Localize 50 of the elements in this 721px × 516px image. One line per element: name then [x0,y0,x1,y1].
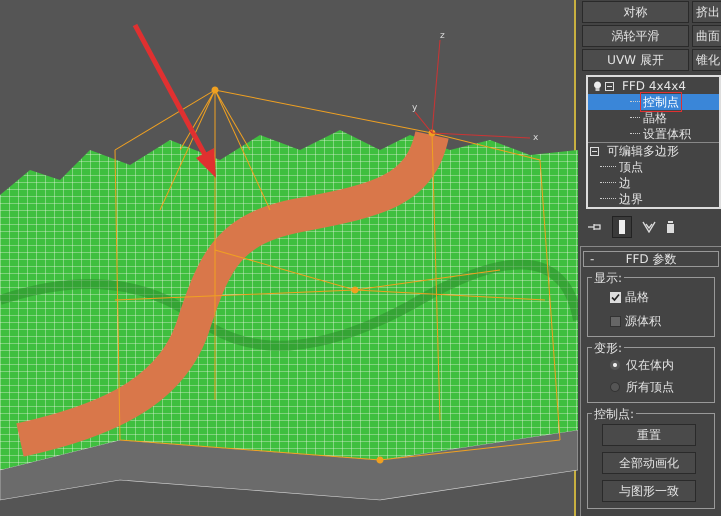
modifier-button[interactable]: 曲面 [692,25,721,47]
stack-item-label: 可编辑多边形 [606,143,680,160]
show-end-result-button[interactable] [612,216,632,238]
radio-button[interactable] [610,382,620,392]
stack-item-label: 晶格 [642,110,668,127]
modifier-button[interactable]: 对称 [582,1,689,23]
lightbulb-icon[interactable] [593,80,602,92]
radio-label: 所有顶点 [626,379,674,396]
panel-button[interactable]: 重置 [602,424,696,446]
stack-item[interactable]: 设置体积 [588,126,719,142]
modifier-button[interactable]: UVW 展开 [582,49,689,71]
stack-item[interactable]: FFD 4x4x4 [588,78,719,94]
modifier-button[interactable]: 挤出 [692,1,721,23]
stack-item[interactable]: 可编辑多边形 [588,143,719,159]
stack-item[interactable]: 边界 [588,191,719,207]
stack-item-label: 边 [618,175,632,192]
bar-icon [619,220,625,234]
viewport[interactable]: z y x [0,0,576,516]
trash-icon[interactable] [666,221,675,233]
checkbox[interactable] [610,292,621,302]
stack-item[interactable]: 晶格 [588,110,719,126]
modifier-button[interactable]: 涡轮平滑 [582,25,689,47]
radio-button[interactable] [610,360,620,370]
stack-item-label: 顶点 [618,159,644,176]
panel-button[interactable]: 与图形一致 [602,480,696,502]
axis-label: y [412,103,418,113]
stack-item-label: FFD 4x4x4 [621,78,687,95]
stack-item[interactable]: 顶点 [588,159,719,175]
stack-item-label: 边界 [618,191,644,207]
collapse-icon[interactable] [590,146,599,156]
checkbox-label: 源体积 [625,313,661,330]
rollout-title: FFD 参数 [626,251,676,268]
stack-item-label: 设置体积 [642,126,692,143]
stack-item[interactable]: 边 [588,175,719,191]
pin-icon[interactable] [588,222,602,232]
stack-item[interactable]: 控制点 [588,94,719,110]
funnel-icon[interactable] [642,221,656,233]
rollout-header[interactable]: - FFD 参数 [583,251,719,267]
collapse-icon[interactable] [605,82,614,90]
group-title: 控制点: [592,405,636,423]
radio-label: 仅在体内 [626,357,674,374]
checkbox[interactable] [610,316,621,326]
axis-label: x [533,133,538,143]
group-title: 变形: [592,339,624,357]
panel-button[interactable]: 全部动画化 [602,452,696,474]
modifier-button[interactable]: 锥化 [692,49,721,71]
axis-label: z [440,31,445,41]
stack-item-label: 控制点 [640,92,682,112]
checkbox-label: 晶格 [625,289,649,306]
collapse-symbol: - [590,251,594,268]
